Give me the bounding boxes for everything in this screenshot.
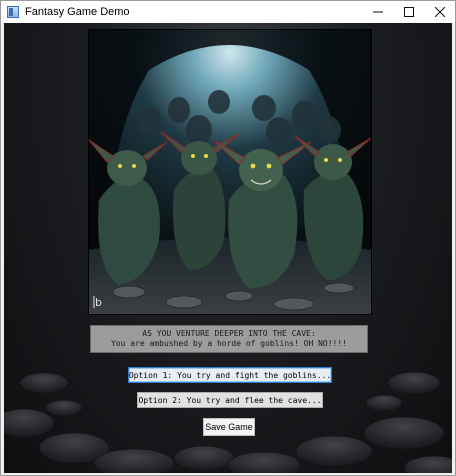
window-title: Fantasy Game Demo	[25, 6, 130, 18]
story-line-2: You are ambushed by a horde of goblins! …	[110, 339, 347, 348]
window-controls	[362, 1, 455, 23]
close-icon	[434, 7, 445, 17]
close-button[interactable]	[424, 1, 455, 23]
game-panel: b AS YOU VENTURE DEEPER INTO THE CAVE: Y…	[4, 23, 452, 473]
svg-text:b: b	[95, 296, 102, 309]
story-line-1: AS YOU VENTURE DEEPER INTO THE CAVE:	[142, 329, 316, 338]
app-window: Fantasy Game Demo b AS YOU VENTURE DEEPE…	[0, 0, 456, 476]
app-window-icon	[7, 6, 19, 18]
option-1-button[interactable]: Option 1: You try and fight the goblins.…	[128, 367, 332, 383]
maximize-button[interactable]	[393, 1, 424, 23]
option-2-button[interactable]: Option 2: You try and flee the cave...	[137, 392, 323, 408]
save-game-button[interactable]: Save Game	[203, 418, 255, 436]
minimize-icon	[372, 11, 383, 13]
scene-image: b	[88, 29, 372, 315]
signature-icon: b	[93, 296, 102, 309]
maximize-icon	[403, 7, 414, 17]
minimize-button[interactable]	[362, 1, 393, 23]
story-text-box: AS YOU VENTURE DEEPER INTO THE CAVE: You…	[90, 325, 368, 353]
goblin-horde-image: b	[89, 30, 371, 314]
title-bar[interactable]: Fantasy Game Demo	[1, 1, 455, 23]
